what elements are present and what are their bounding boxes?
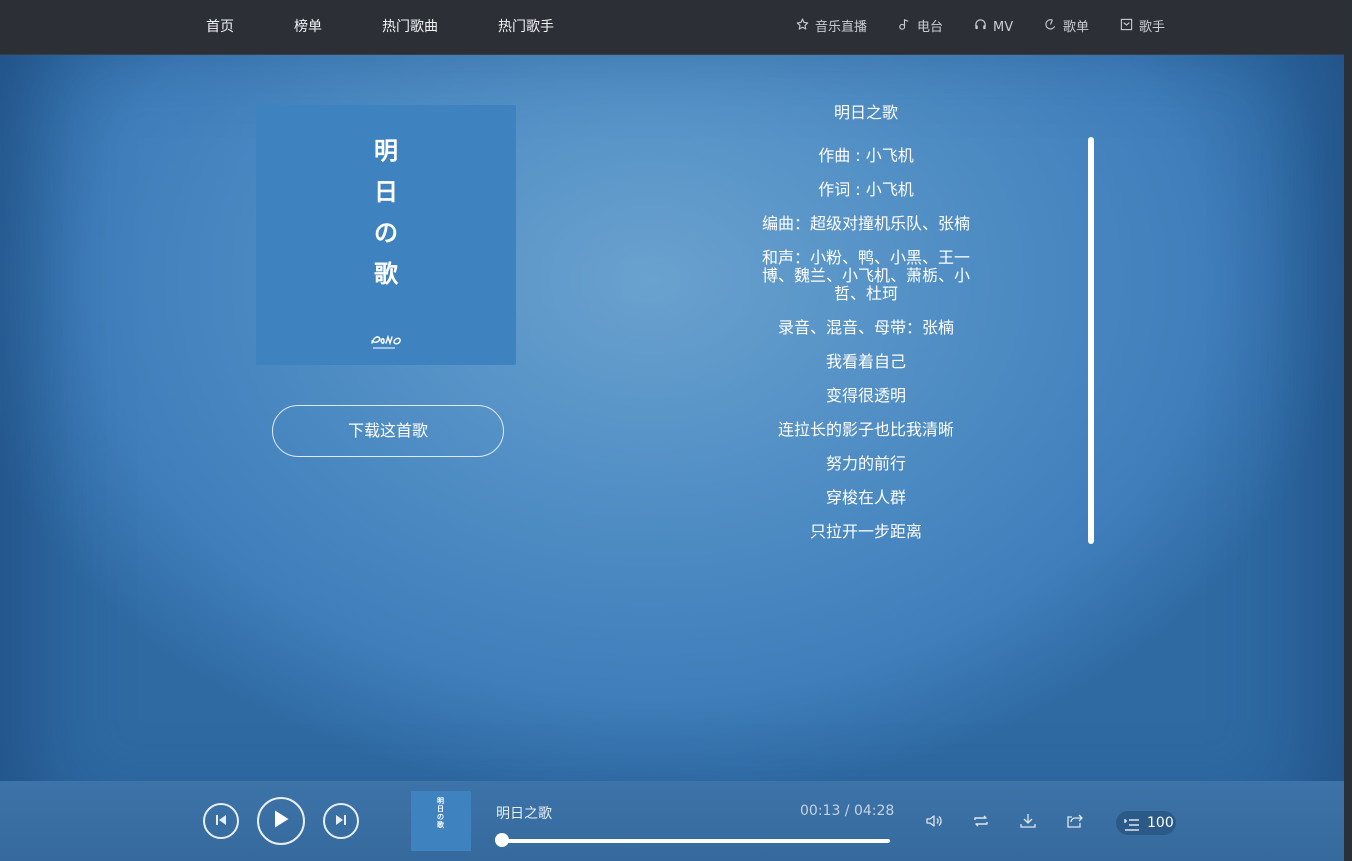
nav-playlists[interactable]: 歌单 [1044,0,1089,54]
nav-home[interactable]: 首页 [206,0,234,54]
prev-button[interactable] [203,803,239,839]
album-cover: 明 日 の 歌 [256,105,516,365]
nav-singers[interactable]: 歌手 [1120,0,1165,54]
lyric-line: 只拉开一步距离 [809,522,922,541]
nav-radio[interactable]: 电台 [898,0,943,54]
playback-time: 00:13 / 04:28 [800,803,895,819]
lyric-line: 作曲 : 小飞机 [818,146,914,165]
playlist-button[interactable]: 100 [1116,811,1176,835]
now-playing-title: 明日之歌 [496,806,552,822]
playlist-count: 100 [1147,815,1174,831]
mini-cover-title: 明 日 の 歌 [437,797,444,829]
lyric-line: 变得很透明 [825,386,906,405]
player-bar: 明 日 の 歌 明日之歌 00:13 / 04:28 100 [0,781,1344,861]
music-note-icon [898,18,911,31]
lyric-line: 努力的前行 [825,454,906,473]
lyric-line: 和声：小粉、鸭、小黑、王一博、魏兰、小飞机、萧栃、小哲、杜珂 [761,248,970,303]
play-icon [272,809,290,833]
progress-bar[interactable] [495,833,890,847]
singer-card-icon [1120,18,1133,31]
share-icon [1065,814,1085,835]
download-song-button[interactable]: 下载这首歌 [272,405,504,457]
play-button[interactable] [257,797,305,845]
next-button[interactable] [323,803,359,839]
disc-icon [1044,18,1057,31]
nav-radio-label: 电台 [917,20,944,35]
lyric-line: 连拉长的影子也比我清晰 [777,420,954,439]
headphones-icon [974,18,987,31]
download-button[interactable] [1018,811,1040,833]
cover-title-char: の [374,219,398,247]
nav-singers-label: 歌手 [1139,20,1166,35]
lyric-line: 编曲：超级对撞机乐队、张楠 [761,214,970,233]
window-edge [1344,0,1352,861]
download-icon [1018,814,1038,835]
cover-title-char: 歌 [374,260,398,288]
nav-live[interactable]: 音乐直播 [796,0,867,54]
nav-charts[interactable]: 榜单 [294,0,322,54]
lyrics-panel[interactable]: 作曲 : 小飞机 作词 : 小飞机 编曲：超级对撞机乐队、张楠 和声：小粉、鸭、… [756,147,976,557]
nav-mv[interactable]: MV [974,0,1013,54]
mini-cover-char: 歌 [437,821,444,829]
cover-title: 明 日 の 歌 [366,131,406,295]
playlist-icon [1124,816,1140,840]
cover-title-char: 日 [374,178,398,206]
nav-live-label: 音乐直播 [815,20,868,35]
background [0,0,1344,861]
next-icon [334,812,348,831]
mini-cover-char: 日 [437,805,444,813]
volume-button[interactable] [924,811,946,833]
mini-cover-char: の [437,813,444,821]
repeat-icon [971,815,991,835]
cover-logo [370,331,406,353]
lyric-line: 穿梭在人群 [825,488,906,507]
mini-cover-char: 明 [437,797,444,805]
lyric-line: 作词 : 小飞机 [818,180,914,199]
song-title: 明日之歌 [833,103,898,122]
mini-album-cover[interactable]: 明 日 の 歌 [411,791,471,851]
cover-title-char: 明 [374,137,398,165]
nav-mv-label: MV [993,20,1014,35]
volume-icon [924,815,944,835]
star-icon [796,18,809,31]
progress-knob[interactable] [495,833,509,847]
share-button[interactable] [1065,811,1087,833]
lyrics-scrollbar[interactable] [1088,137,1094,544]
nav-hot-songs[interactable]: 热门歌曲 [382,0,438,54]
nav-playlists-label: 歌单 [1063,20,1090,35]
lyric-line: 录音、混音、母带：张楠 [777,318,954,337]
nav-hot-artists[interactable]: 热门歌手 [498,0,554,54]
prev-icon [214,812,228,831]
top-nav: 首页 榜单 热门歌曲 热门歌手 音乐直播 电台 MV 歌单 歌手 [0,0,1344,55]
repeat-button[interactable] [971,811,993,833]
lyric-line: 我看着自己 [825,352,906,371]
